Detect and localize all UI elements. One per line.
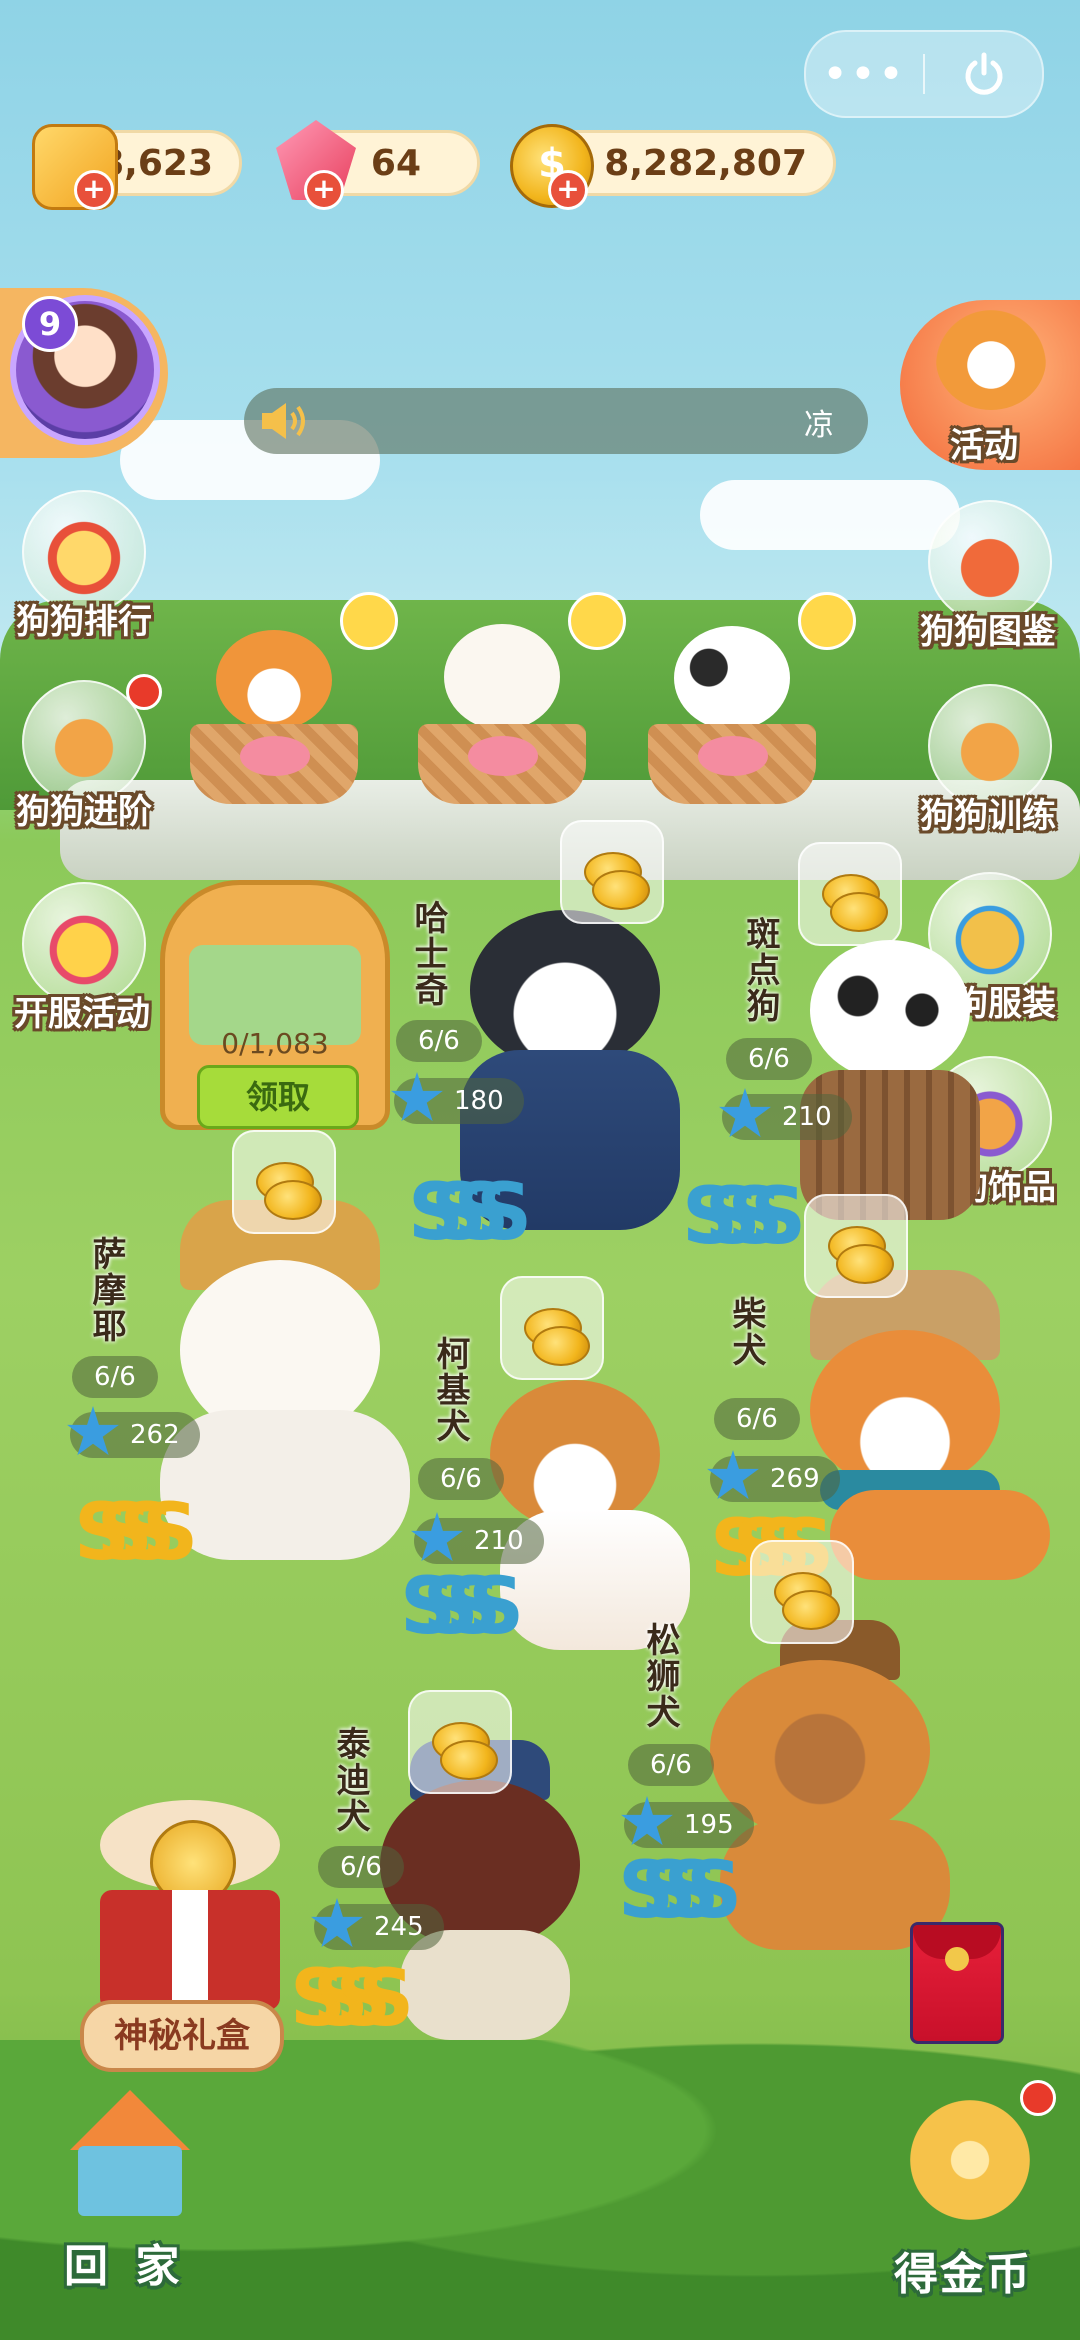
coin-stack-icon[interactable]: SSSS (290, 1954, 414, 2044)
home-label: 回 家 (64, 2241, 186, 2292)
dog-name: 柴犬 (726, 1296, 766, 1368)
broadcast-text: 凉 (804, 408, 834, 443)
dalmatian-puppy (674, 626, 790, 730)
coin-jar-icon[interactable] (500, 1276, 604, 1380)
player-level-badge: 9 (22, 296, 78, 352)
collect-button[interactable]: 领取 (197, 1065, 359, 1129)
menu-server-event[interactable]: 开服活动 (10, 882, 160, 1034)
dog-name: 斑点狗 (740, 916, 780, 1024)
coin-jar-icon[interactable] (804, 1194, 908, 1298)
dog-capacity: 6/6 (628, 1744, 714, 1786)
earn-label: 得金币 (894, 2249, 1032, 2300)
add-gem-plus-icon[interactable]: + (304, 170, 344, 210)
add-food-plus-icon[interactable]: + (74, 170, 114, 210)
dalmatian-head (810, 940, 970, 1080)
husky-head (470, 910, 660, 1070)
capsule-divider (923, 54, 925, 94)
mystery-gift-box[interactable]: 神秘礼盒 (80, 1800, 300, 2080)
corgi-head (490, 1380, 660, 1530)
dog-capacity: 6/6 (714, 1398, 800, 1440)
basket-puppy-shiba[interactable] (190, 592, 398, 810)
dog-samoyed[interactable] (130, 1200, 430, 1560)
notification-dot (1020, 2080, 1056, 2116)
menu-label: 开服活动 (14, 994, 150, 1034)
dog-shiba[interactable] (770, 1270, 1060, 1580)
bow (240, 736, 310, 776)
gift-box (100, 1890, 280, 2010)
activity-button[interactable]: 活动 (900, 300, 1080, 470)
broadcast-bar: 凉 (244, 388, 868, 454)
coin-stack-icon[interactable]: SSSS (74, 1488, 198, 1578)
food-tag-icon[interactable] (340, 592, 398, 650)
dog-capacity: 6/6 (396, 1020, 482, 1062)
more-dots-icon[interactable]: ••• (806, 32, 922, 116)
red-packet-icon[interactable] (910, 1922, 1004, 2044)
coin-jar-icon[interactable] (232, 1130, 336, 1234)
add-coin-plus-icon[interactable]: + (548, 170, 588, 210)
coin-stack-icon[interactable]: SSSS (618, 1846, 742, 1936)
coin-stack-icon[interactable]: SSSS (682, 1172, 806, 1262)
speaker-icon (258, 397, 310, 445)
menu-label: 狗狗进阶 (16, 792, 152, 832)
bow (468, 736, 538, 776)
dog-name: 哈士奇 (408, 900, 448, 1008)
notification-dot (126, 674, 162, 710)
earn-coins-button[interactable]: 得金币 (870, 2080, 1070, 2310)
coin-jar-icon[interactable] (798, 842, 902, 946)
food-tag-icon[interactable] (568, 592, 626, 650)
power-icon[interactable] (926, 32, 1042, 116)
coin-collector: 0/1,083 领取 (160, 880, 390, 1130)
shiba-head (810, 1330, 1000, 1490)
pomeranian-puppy (444, 624, 560, 730)
coin-jar-icon[interactable] (560, 820, 664, 924)
dog-dalmatian[interactable] (790, 930, 990, 1230)
shiba-puppy (216, 630, 332, 730)
coin-jar-icon[interactable] (750, 1540, 854, 1644)
menu-label: 狗狗图鉴 (920, 612, 1056, 652)
shiba-body (830, 1490, 1050, 1580)
dog-capacity: 6/6 (726, 1038, 812, 1080)
corgi-megaphone-icon (936, 310, 1046, 410)
dog-capacity: 6/6 (72, 1356, 158, 1398)
menu-dog-training[interactable]: 狗狗训练 (920, 684, 1070, 836)
menu-label: 狗狗排行 (16, 602, 152, 642)
mini-program-capsule: ••• (804, 30, 1044, 118)
menu-dog-ranking[interactable]: 狗狗排行 (10, 490, 160, 642)
coin-stack-icon[interactable]: SSSS (400, 1562, 524, 1652)
basket-puppy-pomeranian[interactable] (418, 592, 626, 810)
collector-count: 0/1,083 (221, 1027, 329, 1060)
basket-puppy-dalmatian[interactable] (648, 592, 856, 810)
chick-donut-icon (910, 2100, 1030, 2220)
food-tag-icon[interactable] (798, 592, 856, 650)
gift-label: 神秘礼盒 (80, 2000, 284, 2072)
dog-chowchow[interactable] (700, 1620, 960, 1950)
gem-value: 64 (370, 142, 421, 184)
dog-capacity: 6/6 (318, 1846, 404, 1888)
doghouse-icon (60, 2090, 200, 2220)
menu-dog-book[interactable]: 狗狗图鉴 (920, 500, 1070, 652)
dog-name: 泰迪犬 (330, 1726, 370, 1834)
menu-label: 狗狗训练 (920, 796, 1056, 836)
dog-name: 柯基犬 (430, 1336, 470, 1444)
home-button[interactable]: 回 家 (40, 2080, 220, 2300)
dog-capacity: 6/6 (418, 1458, 504, 1500)
coin-value: 8,282,807 (604, 142, 807, 184)
coin-jar-icon[interactable] (408, 1690, 512, 1794)
dog-corgi[interactable] (470, 1360, 710, 1660)
dog-name: 萨摩耶 (86, 1236, 126, 1344)
bow (698, 736, 768, 776)
activity-label: 活动 (950, 426, 1018, 466)
menu-dog-advance[interactable]: 狗狗进阶 (10, 674, 162, 832)
dog-name: 松狮犬 (640, 1622, 680, 1730)
